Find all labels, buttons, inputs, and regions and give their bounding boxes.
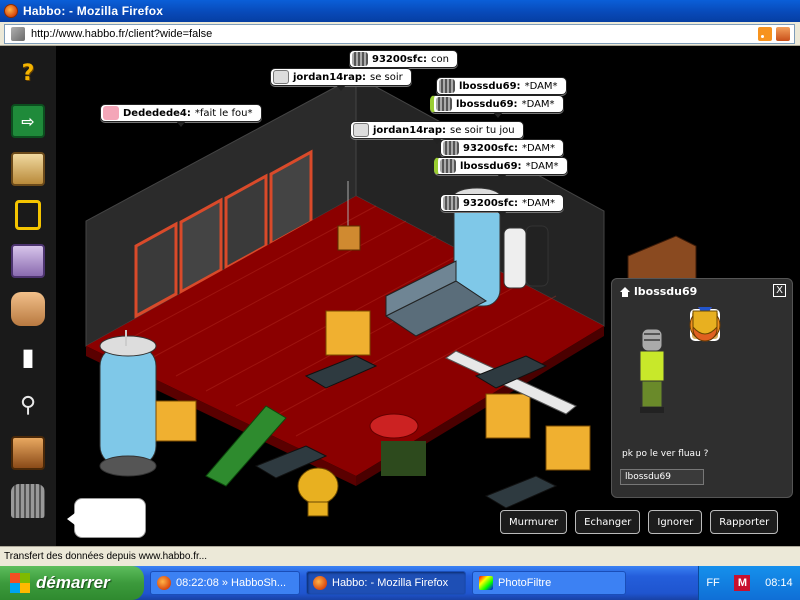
taskbar-item-label: PhotoFiltre — [498, 577, 552, 589]
chat-username: 93200sfc: — [463, 197, 519, 209]
profile-owner-name: lbossdu69 — [620, 469, 704, 485]
chat-username: jordan14rap: — [373, 124, 447, 136]
firefox-icon — [157, 576, 171, 590]
avatars — [503, 225, 549, 289]
chat-username: lbossdu69: — [459, 80, 521, 92]
chat-message: se soir tu jou — [450, 124, 515, 136]
window-title: Habbo: - Mozilla Firefox — [23, 4, 164, 18]
exit-room-icon[interactable]: ⇨ — [11, 104, 45, 138]
profile-username: lbossdu69 — [634, 285, 698, 298]
chat-message: *DAM* — [524, 80, 558, 92]
system-tray: FF M 08:14 — [698, 566, 800, 600]
room-info-icon[interactable] — [11, 436, 45, 470]
user-profile-panel: lbossdu69 X pk po le ver fluau ? lbossdu… — [611, 278, 793, 498]
eagle-shield-badge-icon[interactable] — [688, 307, 722, 343]
status-bar: Transfert des données depuis www.habbo.f… — [0, 546, 800, 566]
taskbar-item-label: Habbo: - Mozilla Firefox — [332, 577, 449, 589]
taskbar-item-label: 08:22:08 » HabboSh... — [176, 577, 287, 589]
chat-message: *DAM* — [521, 98, 555, 110]
profile-header: lbossdu69 — [620, 285, 697, 298]
avatar-face-icon — [352, 52, 368, 66]
chat-bubble: 93200sfc: con — [349, 50, 458, 73]
firefox-icon — [4, 4, 18, 18]
navigator-icon[interactable] — [15, 200, 41, 230]
events-icon[interactable] — [11, 244, 45, 278]
url-text: http://www.habbo.fr/client?wide=false — [31, 28, 213, 40]
chat-bubble: 93200sfc: *DAM* — [440, 194, 565, 217]
avatar-face-icon — [443, 141, 459, 155]
chat-bubble: lbossdu69: *DAM* — [436, 77, 567, 100]
avatar-face-icon — [103, 106, 119, 120]
chat-username: lbossdu69: — [460, 160, 522, 172]
close-button[interactable]: X — [773, 284, 786, 297]
avatar-face-icon — [436, 97, 452, 111]
chat-message: *DAM* — [522, 142, 556, 154]
chat-icon[interactable]: ▮ — [11, 340, 45, 374]
chat-message: *fait le fou* — [194, 107, 253, 119]
catalog-icon[interactable] — [11, 152, 45, 186]
site-favicon-icon — [11, 27, 25, 41]
habbo-toolbar: ? ⇨ ▮ ⚲ — [0, 46, 56, 546]
help-icon[interactable]: ? — [11, 56, 45, 90]
chat-username: lbossdu69: — [456, 98, 518, 110]
avatar-face-icon — [440, 159, 456, 173]
mcafee-icon[interactable]: M — [734, 575, 751, 591]
start-button[interactable]: démarrer — [0, 566, 144, 600]
chat-bubble: Dededede4: *fait le fou* — [100, 104, 262, 127]
chat-username: 93200sfc: — [463, 142, 519, 154]
address-bar: http://www.habbo.fr/client?wide=false — [0, 22, 800, 46]
avatar-face-icon — [443, 196, 459, 210]
photofiltre-icon — [479, 576, 493, 590]
chat-message: se soir — [370, 71, 403, 83]
home-icon[interactable] — [620, 286, 630, 297]
chat-bubble: 93200sfc: *DAM* — [440, 139, 565, 162]
firefox-icon — [313, 576, 327, 590]
whisper-button[interactable]: Murmurer — [500, 510, 568, 534]
status-text: Transfert des données depuis www.habbo.f… — [4, 551, 208, 562]
search-icon[interactable]: ⚲ — [11, 388, 45, 422]
chat-message: *DAM* — [522, 197, 556, 209]
clock: 08:14 — [765, 577, 793, 589]
chat-input[interactable] — [67, 498, 146, 538]
habbo-client: 93200sfc: con jordan14rap: se soir lboss… — [0, 46, 800, 546]
profile-motto: pk po le ver fluau ? — [622, 449, 709, 459]
avatar-face-icon — [353, 123, 369, 137]
report-button[interactable]: Rapporter — [710, 510, 779, 534]
hand-inventory-icon[interactable] — [11, 292, 45, 326]
url-field[interactable]: http://www.habbo.fr/client?wide=false — [4, 24, 795, 44]
taskbar-item-firefox[interactable]: Habbo: - Mozilla Firefox — [306, 571, 466, 595]
window-titlebar: Habbo: - Mozilla Firefox — [0, 0, 800, 22]
trophy-furni — [297, 467, 339, 517]
chat-bubble: jordan14rap: se soir tu jou — [350, 121, 524, 144]
chat-bubble: lbossdu69: *DAM* — [434, 157, 568, 180]
trade-button[interactable]: Echanger — [575, 510, 641, 534]
chat-message: con — [431, 53, 449, 65]
chat-message: *DAM* — [525, 160, 559, 172]
chat-username: Dededede4: — [123, 107, 191, 119]
windows-taskbar: démarrer 08:22:08 » HabboSh... Habbo: - … — [0, 566, 800, 600]
avatar-face-icon — [439, 79, 455, 93]
windows-logo-icon — [10, 573, 30, 593]
room-view[interactable]: 93200sfc: con jordan14rap: se soir lboss… — [56, 46, 800, 546]
language-indicator[interactable]: FF — [706, 577, 719, 589]
chat-bubble: jordan14rap: se soir — [270, 68, 412, 91]
avatar-face-icon — [273, 70, 289, 84]
start-label: démarrer — [36, 573, 110, 592]
taskbar-item-photofiltre[interactable]: PhotoFiltre — [472, 571, 626, 595]
user-actions: Murmurer Echanger Ignorer Rapporter — [500, 510, 779, 534]
taskbar-item-habbosh[interactable]: 08:22:08 » HabboSh... — [150, 571, 300, 595]
chat-bubble: lbossdu69: *DAM* — [430, 95, 564, 118]
ignore-button[interactable]: Ignorer — [648, 510, 703, 534]
chat-username: jordan14rap: — [293, 71, 367, 83]
profile-avatar — [639, 329, 665, 413]
glass-tube-furni — [99, 335, 157, 477]
go-icon[interactable] — [776, 27, 790, 41]
rss-icon[interactable] — [758, 27, 772, 41]
own-avatar-icon[interactable] — [11, 484, 45, 518]
chat-username: 93200sfc: — [372, 53, 428, 65]
